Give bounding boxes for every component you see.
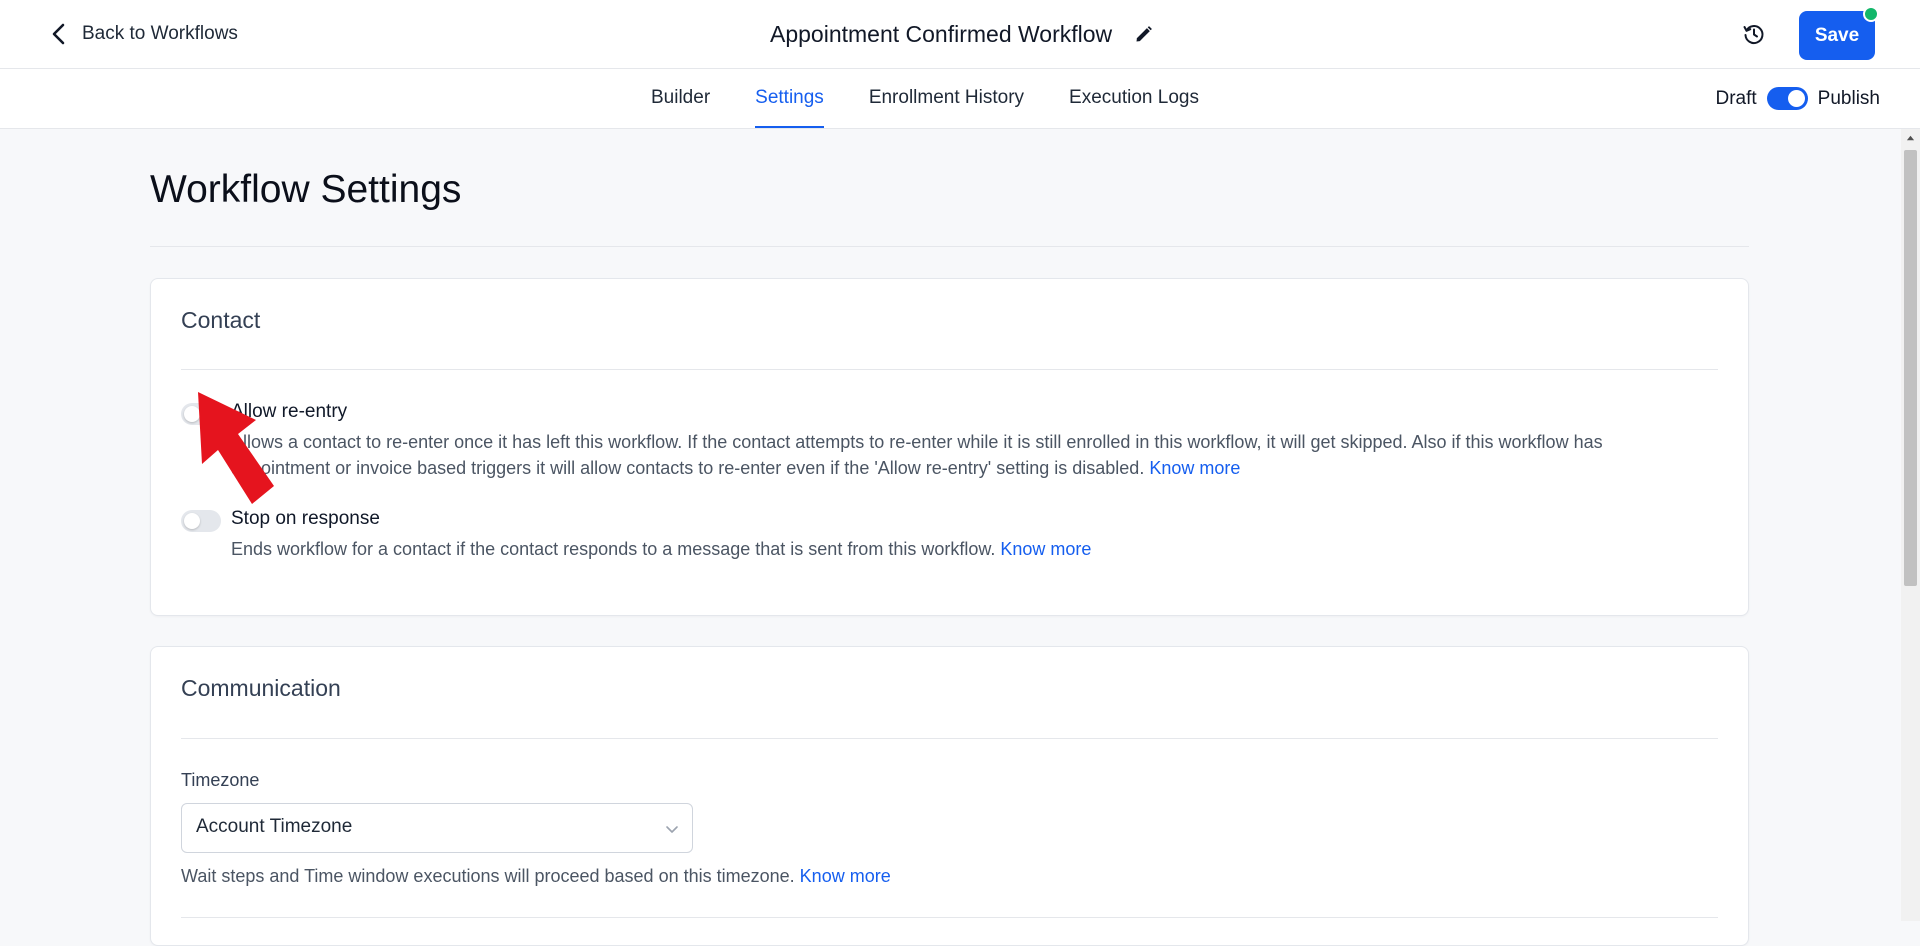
allow-reentry-description-text: Allows a contact to re-enter once it has… xyxy=(231,432,1603,478)
workflow-title: Appointment Confirmed Workflow xyxy=(770,20,1113,47)
timezone-select-value: Account Timezone xyxy=(196,816,353,837)
workflow-tabs: Builder Settings Enrollment History Exec… xyxy=(651,69,1199,128)
scroll-up-arrow-icon[interactable] xyxy=(1901,129,1920,147)
tab-bar: Builder Settings Enrollment History Exec… xyxy=(0,69,1920,129)
pencil-icon[interactable] xyxy=(1132,22,1156,46)
know-more-link[interactable]: Know more xyxy=(800,866,891,886)
chevron-down-icon xyxy=(666,826,678,833)
timezone-help-description: Wait steps and Time window executions wi… xyxy=(181,866,795,886)
contact-settings-card: Contact Allow re-entry Allows a contact … xyxy=(150,278,1749,616)
timezone-select[interactable]: Account Timezone xyxy=(181,803,693,853)
draft-label: Draft xyxy=(1715,87,1757,109)
stop-on-response-description: Ends workflow for a contact if the conta… xyxy=(231,536,1671,562)
allow-reentry-toggle[interactable] xyxy=(181,403,221,425)
chevron-left-icon xyxy=(52,23,65,45)
back-to-workflows-link[interactable]: Back to Workflows xyxy=(48,20,238,48)
scrollbar-thumb[interactable] xyxy=(1904,150,1917,586)
top-header: Back to Workflows Appointment Confirmed … xyxy=(0,0,1920,69)
divider xyxy=(150,246,1749,247)
stop-on-response-description-text: Ends workflow for a contact if the conta… xyxy=(231,539,996,559)
page-title: Workflow Settings xyxy=(150,168,462,211)
tab-execution-logs[interactable]: Execution Logs xyxy=(1069,69,1199,128)
publish-label: Publish xyxy=(1817,87,1880,109)
divider xyxy=(181,369,1718,370)
know-more-link[interactable]: Know more xyxy=(1149,458,1240,478)
publish-switch[interactable] xyxy=(1766,87,1808,110)
back-link-label: Back to Workflows xyxy=(82,23,238,44)
know-more-link[interactable]: Know more xyxy=(1000,539,1091,559)
allow-reentry-label: Allow re-entry xyxy=(231,401,348,422)
allow-reentry-description: Allows a contact to re-enter once it has… xyxy=(231,429,1671,481)
vertical-scrollbar[interactable] xyxy=(1901,129,1920,921)
tab-settings[interactable]: Settings xyxy=(755,69,824,128)
draft-publish-toggle: Draft Publish xyxy=(1715,69,1880,128)
contact-section-title: Contact xyxy=(181,307,261,333)
status-dot xyxy=(1863,6,1879,22)
stop-on-response-label: Stop on response xyxy=(231,508,380,529)
timezone-help-text: Wait steps and Time window executions wi… xyxy=(181,866,891,887)
stop-on-response-toggle[interactable] xyxy=(181,510,221,532)
history-clock-icon[interactable] xyxy=(1738,18,1770,50)
divider xyxy=(181,917,1718,918)
tab-enrollment-history[interactable]: Enrollment History xyxy=(869,69,1024,128)
communication-section-title: Communication xyxy=(181,675,341,701)
timezone-label: Timezone xyxy=(181,770,260,790)
workflow-title-group: Appointment Confirmed Workflow xyxy=(770,18,1156,50)
stop-on-response-setting: Stop on response Ends workflow for a con… xyxy=(181,508,1721,564)
divider xyxy=(181,738,1718,739)
tab-builder[interactable]: Builder xyxy=(651,69,710,128)
communication-settings-card: Communication Timezone Account Timezone … xyxy=(150,646,1749,946)
allow-reentry-setting: Allow re-entry Allows a contact to re-en… xyxy=(181,401,1721,481)
